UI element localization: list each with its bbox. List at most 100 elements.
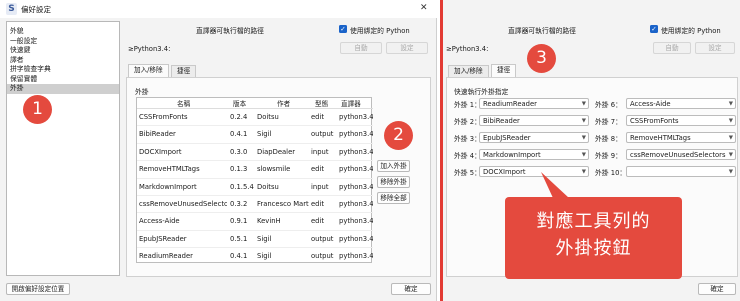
header-author[interactable]: 作者 bbox=[277, 98, 290, 108]
use-bundled-python-label: 使用綁定的 Python bbox=[350, 27, 410, 35]
slot-9-value: cssRemoveUnusedSelectors bbox=[630, 151, 726, 159]
table-row[interactable]: CSSFromFonts 0.2.4 Doitsu edit python3.4 bbox=[137, 109, 373, 127]
category-item-appearance[interactable]: 外貌 bbox=[7, 27, 119, 37]
cell-interpreter: python3.4 bbox=[339, 217, 373, 226]
table-row[interactable]: DOCXImport 0.3.0 DiapDealer input python3.4 bbox=[137, 144, 373, 162]
slot-5-label: 外掛 5： bbox=[454, 169, 481, 177]
cell-interpreter: python3.4 bbox=[339, 252, 373, 261]
annotation-badge-1: 1 bbox=[23, 95, 52, 124]
cell-name: DOCXImport bbox=[139, 147, 182, 156]
cell-author: Sigil bbox=[257, 252, 272, 261]
slot-6-select[interactable]: Access-Aide ▼ bbox=[626, 98, 736, 109]
auto-button[interactable]: 自動 bbox=[340, 42, 382, 54]
category-item-preserve-entities[interactable]: 保留實體 bbox=[7, 75, 119, 85]
cell-interpreter: python3.4 bbox=[339, 113, 373, 121]
slot-10-select[interactable]: ▼ bbox=[626, 166, 736, 177]
cell-author: Doitsu bbox=[257, 113, 279, 121]
cell-interpreter: python3.4 bbox=[339, 200, 373, 208]
category-item-general[interactable]: 一般設定 bbox=[7, 37, 119, 47]
header-version[interactable]: 版本 bbox=[233, 98, 246, 108]
cell-name: cssRemoveUnusedSelectors bbox=[139, 200, 227, 208]
set-button[interactable]: 設定 bbox=[695, 42, 735, 54]
cell-interpreter: python3.4 bbox=[339, 147, 373, 156]
category-item-translator[interactable]: 譯者 bbox=[7, 56, 119, 66]
sigil-logo-icon: S bbox=[6, 3, 17, 15]
category-item-spellcheck[interactable]: 拼字檢查字典 bbox=[7, 65, 119, 75]
python-path-value: ≥Python3.4: bbox=[446, 45, 489, 53]
quick-launch-section-label: 快速執行外掛指定 bbox=[454, 88, 509, 96]
close-icon[interactable]: ✕ bbox=[420, 3, 428, 13]
chevron-down-icon: ▼ bbox=[581, 101, 586, 107]
cell-interpreter: python3.4 bbox=[339, 165, 373, 174]
cell-name: BibiReader bbox=[139, 130, 176, 139]
callout-arrow-icon bbox=[541, 172, 569, 198]
cell-name: EpubJSReader bbox=[139, 234, 187, 243]
cell-interpreter: python3.4 bbox=[339, 182, 373, 191]
slot-2-select[interactable]: BibiReader ▼ bbox=[479, 115, 589, 126]
tab-add-remove[interactable]: 加入/移除 bbox=[128, 64, 169, 77]
table-row[interactable]: MarkdownImport 0.1.5.4 Doitsu input python3.… bbox=[137, 179, 373, 196]
cell-type: output bbox=[311, 252, 334, 261]
set-button[interactable]: 設定 bbox=[386, 42, 428, 54]
slot-9-select[interactable]: cssRemoveUnusedSelectors ▼ bbox=[626, 149, 736, 160]
cell-author: Doitsu bbox=[257, 182, 279, 191]
chevron-down-icon: ▼ bbox=[581, 152, 586, 158]
remove-all-button[interactable]: 移除全部 bbox=[377, 192, 410, 204]
table-row[interactable]: BibiReader 0.4.1 Sigil output python3.4 bbox=[137, 126, 373, 144]
slot-7-label: 外掛 7： bbox=[595, 118, 622, 126]
open-preferences-location-button[interactable]: 開啟偏好設定位置 bbox=[6, 283, 70, 295]
category-list: 外貌 一般設定 快速鍵 譯者 拼字檢查字典 保留實體 外掛 bbox=[6, 21, 120, 276]
category-item-shortcuts[interactable]: 快速鍵 bbox=[7, 46, 119, 56]
slot-3-select[interactable]: EpubJSReader ▼ bbox=[479, 132, 589, 143]
cell-author: Francesco Martini bbox=[257, 200, 309, 208]
slot-9-label: 外掛 9： bbox=[595, 152, 622, 160]
chevron-down-icon: ▼ bbox=[581, 169, 586, 175]
slot-6-label: 外掛 6： bbox=[595, 101, 622, 109]
use-bundled-python-checkbox[interactable]: ✓ bbox=[650, 25, 658, 33]
category-item-plugins[interactable]: 外掛 bbox=[7, 84, 119, 94]
slot-1-select[interactable]: ReadiumReader ▼ bbox=[479, 98, 589, 109]
cell-name: CSSFromFonts bbox=[139, 113, 188, 121]
cell-version: 0.9.1 bbox=[230, 217, 248, 226]
remove-plugin-button[interactable]: 移除外掛 bbox=[377, 176, 410, 188]
slot-8-select[interactable]: RemoveHTMLTags ▼ bbox=[626, 132, 736, 143]
header-name[interactable]: 名稱 bbox=[177, 98, 190, 108]
header-type[interactable]: 型態 bbox=[315, 98, 328, 108]
table-row[interactable]: EpubJSReader 0.5.1 Sigil output python3.4 bbox=[137, 231, 373, 249]
slot-6-value: Access-Aide bbox=[630, 100, 671, 108]
cell-version: 0.2.4 bbox=[230, 113, 248, 121]
table-row[interactable]: cssRemoveUnusedSelectors 0.3.2 Francesco M… bbox=[137, 196, 373, 214]
ok-button[interactable]: 確定 bbox=[698, 283, 736, 295]
header-interpreter[interactable]: 直譯器 bbox=[341, 98, 361, 108]
slot-1-label: 外掛 1： bbox=[454, 101, 481, 109]
cell-author: KevinH bbox=[257, 217, 281, 226]
slot-8-value: RemoveHTMLTags bbox=[630, 134, 691, 142]
cell-type: output bbox=[311, 130, 334, 139]
add-plugin-button[interactable]: 加入外掛 bbox=[377, 160, 410, 172]
table-row[interactable]: ReadiumReader 0.4.1 Sigil output python3.4 bbox=[137, 248, 373, 265]
callout-line-1: 對應工具列的 bbox=[536, 211, 651, 232]
slot-4-select[interactable]: MarkdownImport ▼ bbox=[479, 149, 589, 160]
plugins-table: 名稱 版本 作者 型態 直譯器 CSSFromFonts 0.2.4 Doitsu e… bbox=[136, 97, 373, 265]
ok-button[interactable]: 確定 bbox=[391, 283, 431, 295]
cell-version: 0.1.3 bbox=[230, 165, 248, 174]
tab-shortcuts[interactable]: 捷徑 bbox=[171, 65, 197, 77]
cell-author: slowsmile bbox=[257, 165, 291, 174]
slot-2-label: 外掛 2： bbox=[454, 118, 481, 126]
slot-2-value: BibiReader bbox=[483, 117, 520, 125]
chevron-down-icon: ▼ bbox=[728, 152, 733, 158]
use-bundled-python-checkbox[interactable]: ✓ bbox=[339, 25, 347, 33]
table-row[interactable]: RemoveHTMLTags 0.1.3 slowsmile edit python3.… bbox=[137, 161, 373, 179]
chevron-down-icon: ▼ bbox=[728, 169, 733, 175]
tab-add-remove[interactable]: 加入/移除 bbox=[448, 65, 489, 77]
table-row[interactable]: Access-Aide 0.9.1 KevinH edit python3.4 bbox=[137, 213, 373, 231]
python-path-value: ≥Python3.4: bbox=[128, 45, 171, 53]
annotation-badge-3: 3 bbox=[527, 44, 556, 73]
slot-1-value: ReadiumReader bbox=[483, 100, 537, 108]
cell-interpreter: python3.4 bbox=[339, 130, 373, 139]
slot-8-label: 外掛 8： bbox=[595, 135, 622, 143]
tab-shortcuts[interactable]: 捷徑 bbox=[491, 64, 517, 77]
slot-7-select[interactable]: CSSFromFonts ▼ bbox=[626, 115, 736, 126]
cell-author: DiapDealer bbox=[257, 147, 296, 156]
auto-button[interactable]: 自動 bbox=[653, 42, 691, 54]
